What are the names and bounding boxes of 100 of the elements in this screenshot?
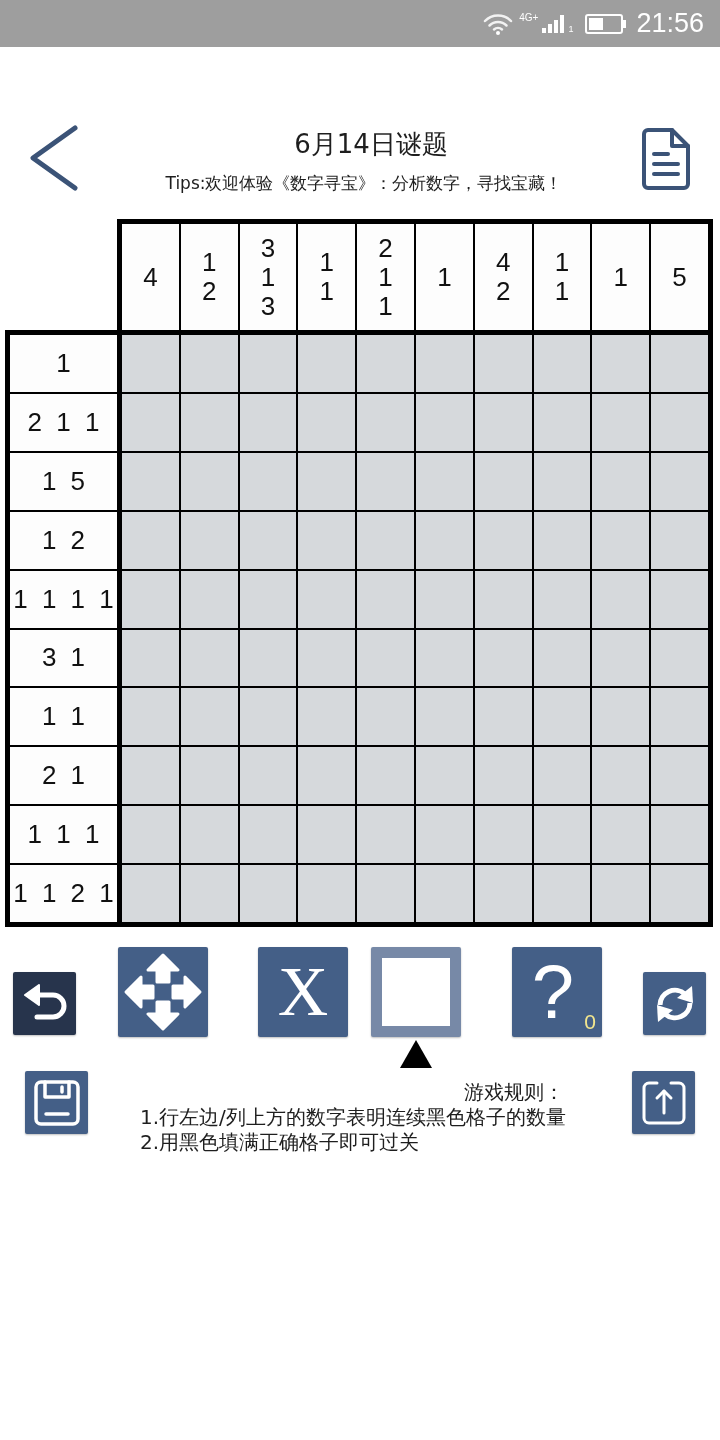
grid-cell[interactable] xyxy=(474,747,532,805)
grid-cell[interactable] xyxy=(474,393,532,451)
grid-cell[interactable] xyxy=(651,865,708,922)
grid-cell[interactable] xyxy=(122,511,179,569)
grid-cell[interactable] xyxy=(298,806,356,864)
grid-cell[interactable] xyxy=(239,393,297,451)
grid-cell[interactable] xyxy=(474,335,532,392)
grid-cell[interactable] xyxy=(416,511,473,569)
grid-cell[interactable] xyxy=(651,747,708,805)
grid-cell[interactable] xyxy=(357,452,414,510)
grid-cell[interactable] xyxy=(298,393,356,451)
grid-cell[interactable] xyxy=(533,688,591,746)
grid-cell[interactable] xyxy=(533,747,591,805)
move-button[interactable] xyxy=(118,947,208,1037)
grid-cell[interactable] xyxy=(533,806,591,864)
grid-cell[interactable] xyxy=(239,806,297,864)
grid-cell[interactable] xyxy=(298,511,356,569)
grid-cell[interactable] xyxy=(592,629,650,687)
grid-cell[interactable] xyxy=(298,570,356,628)
grid-cell[interactable] xyxy=(239,570,297,628)
grid-cell[interactable] xyxy=(592,747,650,805)
grid-cell[interactable] xyxy=(651,393,708,451)
grid-cell[interactable] xyxy=(180,511,238,569)
grid-cell[interactable] xyxy=(239,865,297,922)
grid-cell[interactable] xyxy=(592,452,650,510)
grid-cell[interactable] xyxy=(651,688,708,746)
grid-cell[interactable] xyxy=(122,629,179,687)
grid-cell[interactable] xyxy=(474,865,532,922)
grid-cell[interactable] xyxy=(533,335,591,392)
grid-cell[interactable] xyxy=(592,511,650,569)
grid-cell[interactable] xyxy=(180,570,238,628)
grid-cell[interactable] xyxy=(416,629,473,687)
document-icon[interactable] xyxy=(642,128,690,190)
grid-cell[interactable] xyxy=(122,747,179,805)
grid-cell[interactable] xyxy=(298,747,356,805)
grid-cell[interactable] xyxy=(122,806,179,864)
undo-button[interactable] xyxy=(13,972,76,1035)
grid-cell[interactable] xyxy=(357,747,414,805)
grid-cell[interactable] xyxy=(298,629,356,687)
grid-cell[interactable] xyxy=(239,335,297,392)
grid-cell[interactable] xyxy=(592,806,650,864)
grid-cell[interactable] xyxy=(651,511,708,569)
grid-cell[interactable] xyxy=(122,452,179,510)
grid-cell[interactable] xyxy=(298,865,356,922)
grid-cell[interactable] xyxy=(357,688,414,746)
grid-cell[interactable] xyxy=(239,688,297,746)
grid-cell[interactable] xyxy=(357,806,414,864)
grid-cell[interactable] xyxy=(651,335,708,392)
grid-cell[interactable] xyxy=(592,393,650,451)
grid-cell[interactable] xyxy=(180,806,238,864)
grid-cell[interactable] xyxy=(416,570,473,628)
grid-cell[interactable] xyxy=(416,452,473,510)
grid-cell[interactable] xyxy=(592,335,650,392)
grid-cell[interactable] xyxy=(592,865,650,922)
grid-cell[interactable] xyxy=(122,335,179,392)
grid-cell[interactable] xyxy=(474,629,532,687)
grid-cell[interactable] xyxy=(416,393,473,451)
grid-cell[interactable] xyxy=(474,806,532,864)
grid-cell[interactable] xyxy=(122,865,179,922)
grid-cell[interactable] xyxy=(239,452,297,510)
grid-cell[interactable] xyxy=(533,570,591,628)
grid-cell[interactable] xyxy=(357,865,414,922)
fill-button[interactable] xyxy=(371,947,461,1037)
grid-cell[interactable] xyxy=(180,335,238,392)
back-icon[interactable] xyxy=(30,125,78,191)
grid-cell[interactable] xyxy=(651,629,708,687)
grid-cell[interactable] xyxy=(474,570,532,628)
grid-cell[interactable] xyxy=(416,335,473,392)
grid-cell[interactable] xyxy=(122,393,179,451)
grid-cell[interactable] xyxy=(592,688,650,746)
grid-cell[interactable] xyxy=(474,688,532,746)
grid-cell[interactable] xyxy=(533,393,591,451)
grid-cell[interactable] xyxy=(533,629,591,687)
grid-cell[interactable] xyxy=(474,511,532,569)
grid-cell[interactable] xyxy=(180,452,238,510)
grid-cell[interactable] xyxy=(416,806,473,864)
grid-cell[interactable] xyxy=(651,806,708,864)
grid-cell[interactable] xyxy=(533,452,591,510)
grid-cell[interactable] xyxy=(180,688,238,746)
grid-cell[interactable] xyxy=(180,747,238,805)
grid-cell[interactable] xyxy=(416,747,473,805)
share-button[interactable] xyxy=(632,1071,695,1134)
grid-cell[interactable] xyxy=(180,865,238,922)
grid-cell[interactable] xyxy=(122,570,179,628)
restart-button[interactable] xyxy=(643,972,706,1035)
grid-cell[interactable] xyxy=(357,335,414,392)
grid-cell[interactable] xyxy=(180,629,238,687)
grid-cell[interactable] xyxy=(122,688,179,746)
grid-cell[interactable] xyxy=(298,335,356,392)
grid-cell[interactable] xyxy=(651,452,708,510)
grid-cell[interactable] xyxy=(357,629,414,687)
grid-cell[interactable] xyxy=(239,747,297,805)
grid-cell[interactable] xyxy=(416,865,473,922)
grid-cell[interactable] xyxy=(357,511,414,569)
grid-cell[interactable] xyxy=(474,452,532,510)
grid-cell[interactable] xyxy=(239,511,297,569)
grid-cell[interactable] xyxy=(592,570,650,628)
grid-cell[interactable] xyxy=(180,393,238,451)
grid-cell[interactable] xyxy=(239,629,297,687)
grid-cell[interactable] xyxy=(651,570,708,628)
